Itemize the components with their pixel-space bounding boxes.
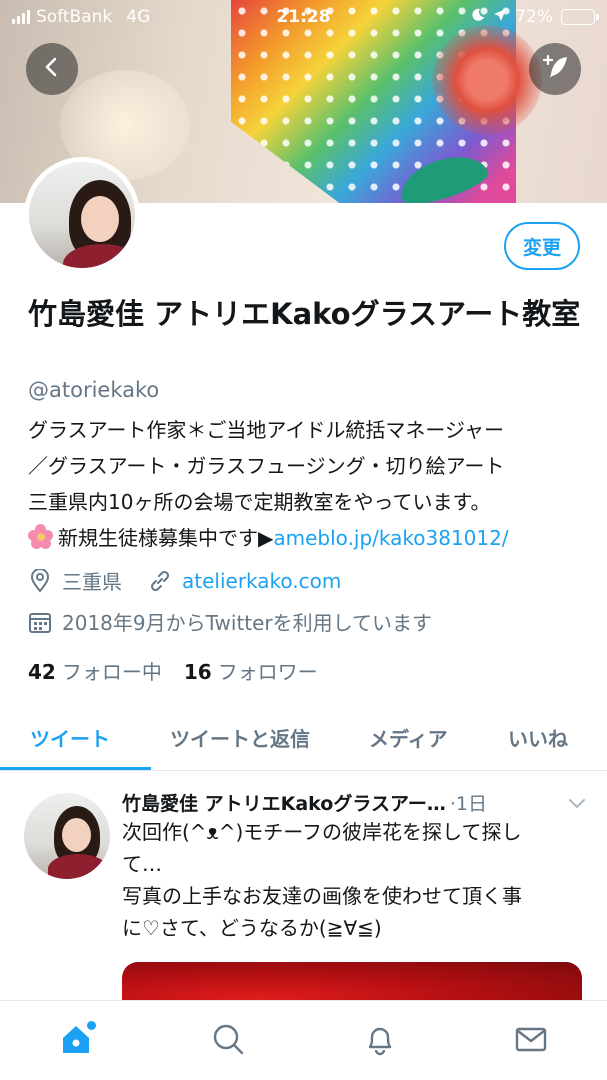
nav-search[interactable] [208,1021,248,1061]
tweet-line: に♡さて、どうなるか(≧∀≦) [122,916,382,940]
nav-notifications[interactable] [360,1021,400,1061]
bio-line: 新規生徒様募集中です▶ameblo.jp/kako381012/ [28,520,588,556]
bio-link[interactable]: ameblo.jp/kako381012/ [273,526,508,550]
tab-tweets-replies[interactable]: ツイートと返信 [170,723,310,752]
edit-profile-button[interactable]: 変更 [504,222,580,270]
profile-name: 竹島愛佳 アトリエKakoグラスアート教室 [28,297,581,331]
battery-icon [561,9,599,25]
profile-handle: @atoriekako [28,378,160,402]
compose-button[interactable] [529,43,581,95]
tab-media[interactable]: メディア [369,723,448,752]
calendar-icon [28,610,52,634]
profile-tabs: ツイート ツイートと返信 メディア いいね [0,705,607,771]
location-pin-icon [28,568,52,593]
chevron-left-icon [41,56,63,82]
search-icon [211,1022,245,1060]
profile-joined: 2018年9月からTwitterを利用しています [62,611,433,635]
tweet-line: 次回作(^ᴥ^)モチーフの彼岸花を探して探し [122,820,522,844]
tweet-time: ·1日 [449,793,487,815]
following-label: フォロー中 [61,660,162,684]
status-bar: SoftBank 4G 21:28 72% [0,0,607,36]
nav-home[interactable] [56,1021,96,1061]
tab-tweets[interactable]: ツイート [30,723,110,752]
tweet-line: 写真の上手なお友達の画像を使わせて頂く事 [122,884,522,908]
tweet-avatar[interactable] [24,793,110,879]
moon-icon [471,7,485,27]
bio-line: 三重県内10ヶ所の会場で定期教室をやっています。 [28,490,491,514]
profile-website[interactable]: atelierkako.com [182,569,341,593]
link-icon [148,569,172,593]
tweet-line: て… [122,852,162,876]
follow-counts: 42 フォロー中 16 フォロワー [28,656,318,685]
cherry-blossom-icon [28,524,54,550]
profile-avatar[interactable] [24,157,140,273]
bottom-nav [0,1000,607,1080]
tweet-header: 竹島愛佳 アトリエKakoグラスアー… ·1日 [122,789,587,816]
profile-joined-row: 2018年9月からTwitterを利用しています [28,607,432,636]
nav-messages[interactable] [511,1021,551,1061]
tweet-author-name[interactable]: 竹島愛佳 アトリエKakoグラスアー… [122,789,446,816]
followers-link[interactable]: 16 フォロワー [184,656,318,685]
bell-icon [363,1022,397,1060]
tab-likes[interactable]: いいね [508,723,568,752]
followers-count: 16 [183,660,212,684]
followers-label: フォロワー [217,660,318,684]
following-count: 42 [28,660,56,684]
following-link[interactable]: 42 フォロー中 [28,656,162,685]
profile-location: 三重県 [62,570,122,594]
location-arrow-icon [493,7,507,27]
banner-flower [432,25,542,135]
compose-feather-icon [540,52,570,86]
chevron-down-icon[interactable] [567,796,587,810]
bio-line: ／グラスアート・ガラスフュージング・切り絵アート [28,454,505,478]
bio-text: 新規生徒様募集中です▶ [58,526,274,550]
tweet-text[interactable]: 次回作(^ᴥ^)モチーフの彼岸花を探して探し て… 写真の上手なお友達の画像を使… [122,816,584,944]
profile-bio: グラスアート作家＊ご当地アイドル統括マネージャー ／グラスアート・ガラスフュージ… [28,412,588,556]
active-tab-indicator [0,767,151,770]
notification-dot [87,1021,96,1030]
battery-percent: 72% [515,7,553,27]
back-button[interactable] [26,43,78,95]
bio-line: グラスアート作家＊ご当地アイドル統括マネージャー [28,418,504,442]
mail-icon [514,1022,548,1060]
profile-meta: 三重県 atelierkako.com [28,566,341,595]
